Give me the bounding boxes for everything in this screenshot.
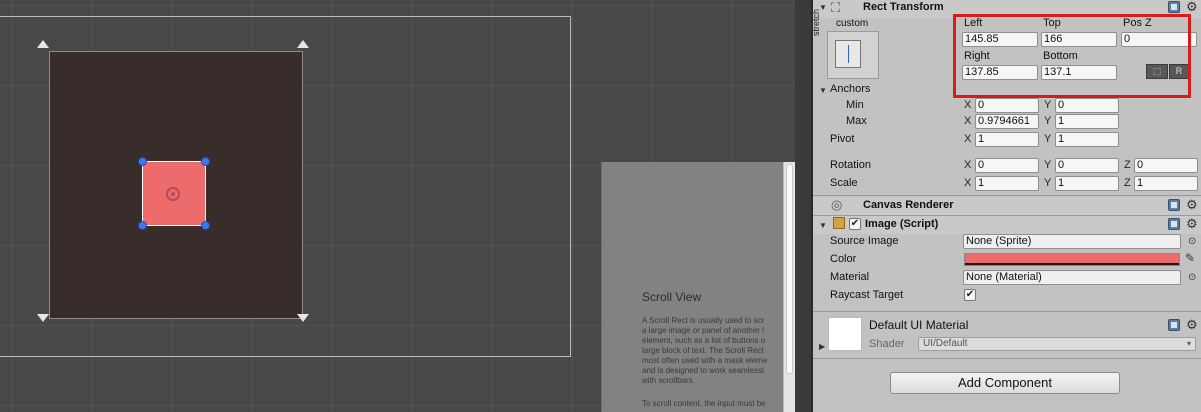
scale-x-field[interactable]: 1: [975, 176, 1039, 191]
inspector-panel: ▼ ⛶ Rect Transform ⚙ custom stretch Left…: [811, 0, 1201, 412]
help-book-icon[interactable]: [1168, 218, 1180, 230]
source-image-label: Source Image: [830, 235, 899, 247]
color-field[interactable]: [964, 253, 1180, 266]
raycast-target-label: Raycast Target: [830, 289, 904, 301]
anchor-presets-button[interactable]: [827, 31, 879, 79]
anchor-min-x-field[interactable]: 0: [975, 98, 1039, 113]
separator: [813, 195, 1201, 196]
add-component-button[interactable]: Add Component: [890, 372, 1120, 394]
canvas-renderer-icon: ◎: [831, 197, 843, 212]
y-label: Y: [1044, 133, 1052, 145]
x-label: X: [964, 133, 972, 145]
stretch-arrow-icon: [848, 45, 849, 63]
material-name: Default UI Material: [869, 318, 969, 332]
raycast-target-checkbox[interactable]: ✔: [964, 289, 976, 301]
resize-handle-top-left[interactable]: [138, 157, 147, 166]
help-tooltip-card: Scroll View A Scroll Rect is usually use…: [601, 162, 786, 412]
anchor-handle-bottom-right[interactable]: [297, 314, 309, 322]
pivot-icon[interactable]: [166, 187, 180, 201]
x-label: X: [964, 177, 972, 189]
scrollbar-thumb[interactable]: [786, 164, 793, 374]
separator: [813, 358, 1201, 359]
source-image-field[interactable]: None (Sprite): [963, 234, 1181, 249]
image-enabled-checkbox[interactable]: ✔: [849, 218, 861, 230]
image-script-title: Image (Script): [865, 218, 939, 230]
panel-divider: [795, 0, 811, 412]
object-picker-icon[interactable]: ⊙: [1188, 272, 1196, 283]
pivot-y-field[interactable]: 1: [1055, 132, 1119, 147]
gear-icon[interactable]: ⚙: [1186, 0, 1198, 13]
rect-transform-icon: ⛶: [831, 0, 841, 15]
anchor-min-y-field[interactable]: 0: [1055, 98, 1119, 113]
anchor-handle-top-left[interactable]: [37, 40, 49, 48]
scene-view[interactable]: Scroll View A Scroll Rect is usually use…: [0, 0, 811, 412]
anchors-label: Anchors: [830, 83, 871, 95]
rotation-z-field[interactable]: 0: [1134, 158, 1198, 173]
y-label: Y: [1044, 99, 1052, 111]
anchor-handle-bottom-left[interactable]: [37, 314, 49, 322]
material-field[interactable]: None (Material): [963, 270, 1181, 285]
y-label: Y: [1044, 177, 1052, 189]
shader-dropdown[interactable]: UI/Default ▾: [918, 337, 1196, 351]
anchor-handle-top-right[interactable]: [297, 40, 309, 48]
highlight-box: [953, 14, 1191, 98]
anchor-max-label: Max: [846, 115, 867, 127]
tooltip-body-continued: To scroll content, the input must be: [642, 399, 766, 408]
rotation-y-field[interactable]: 0: [1055, 158, 1119, 173]
material-preview-thumbnail: [828, 317, 862, 351]
z-label: Z: [1124, 159, 1131, 171]
tooltip-scrollbar[interactable]: [783, 162, 795, 412]
z-label: Z: [1124, 177, 1131, 189]
tooltip-body: A Scroll Rect is usually used to scr a l…: [642, 316, 768, 385]
resize-handle-bottom-right[interactable]: [201, 221, 210, 230]
scale-y-field[interactable]: 1: [1055, 176, 1119, 191]
stretch-label: stretch: [811, 8, 821, 36]
anchor-max-y-field[interactable]: 1: [1055, 114, 1119, 129]
x-label: X: [964, 115, 972, 127]
anchor-min-label: Min: [846, 99, 864, 111]
rect-transform-title: Rect Transform: [863, 1, 944, 13]
x-label: X: [964, 99, 972, 111]
eyedropper-icon[interactable]: ✎: [1185, 251, 1195, 265]
help-book-icon[interactable]: [1168, 199, 1180, 211]
expand-arrow-icon[interactable]: ▶: [819, 342, 825, 351]
canvas-renderer-title: Canvas Renderer: [863, 199, 954, 211]
help-book-icon[interactable]: [1168, 1, 1180, 13]
anchor-preset-icon: [835, 40, 861, 68]
pivot-label: Pivot: [830, 133, 855, 145]
rotation-x-field[interactable]: 0: [975, 158, 1039, 173]
anchor-preset-label: custom: [836, 18, 869, 29]
y-label: Y: [1044, 159, 1052, 171]
scale-label: Scale: [830, 177, 858, 189]
anchors-fold-icon[interactable]: ▼: [819, 86, 827, 95]
resize-handle-top-right[interactable]: [201, 157, 210, 166]
help-book-icon[interactable]: [1168, 319, 1180, 331]
shader-value: UI/Default: [923, 338, 968, 349]
separator: [813, 311, 1201, 312]
anchor-max-x-field[interactable]: 0.9794661: [975, 114, 1039, 129]
rotation-label: Rotation: [830, 159, 871, 171]
dropdown-arrow-icon: ▾: [1186, 339, 1191, 348]
scale-z-field[interactable]: 1: [1134, 176, 1198, 191]
image-component-icon: [833, 217, 845, 229]
tooltip-title: Scroll View: [642, 290, 702, 304]
x-label: X: [964, 159, 972, 171]
gear-icon[interactable]: ⚙: [1186, 198, 1198, 211]
material-label: Material: [830, 271, 870, 283]
color-label: Color: [830, 253, 857, 265]
shader-label: Shader: [869, 338, 905, 350]
pivot-x-field[interactable]: 1: [975, 132, 1039, 147]
gear-icon[interactable]: ⚙: [1186, 318, 1198, 331]
fold-arrow-icon[interactable]: ▼: [819, 221, 827, 230]
object-picker-icon[interactable]: ⊙: [1188, 236, 1196, 247]
y-label: Y: [1044, 115, 1052, 127]
resize-handle-bottom-left[interactable]: [138, 221, 147, 230]
gear-icon[interactable]: ⚙: [1186, 217, 1198, 230]
